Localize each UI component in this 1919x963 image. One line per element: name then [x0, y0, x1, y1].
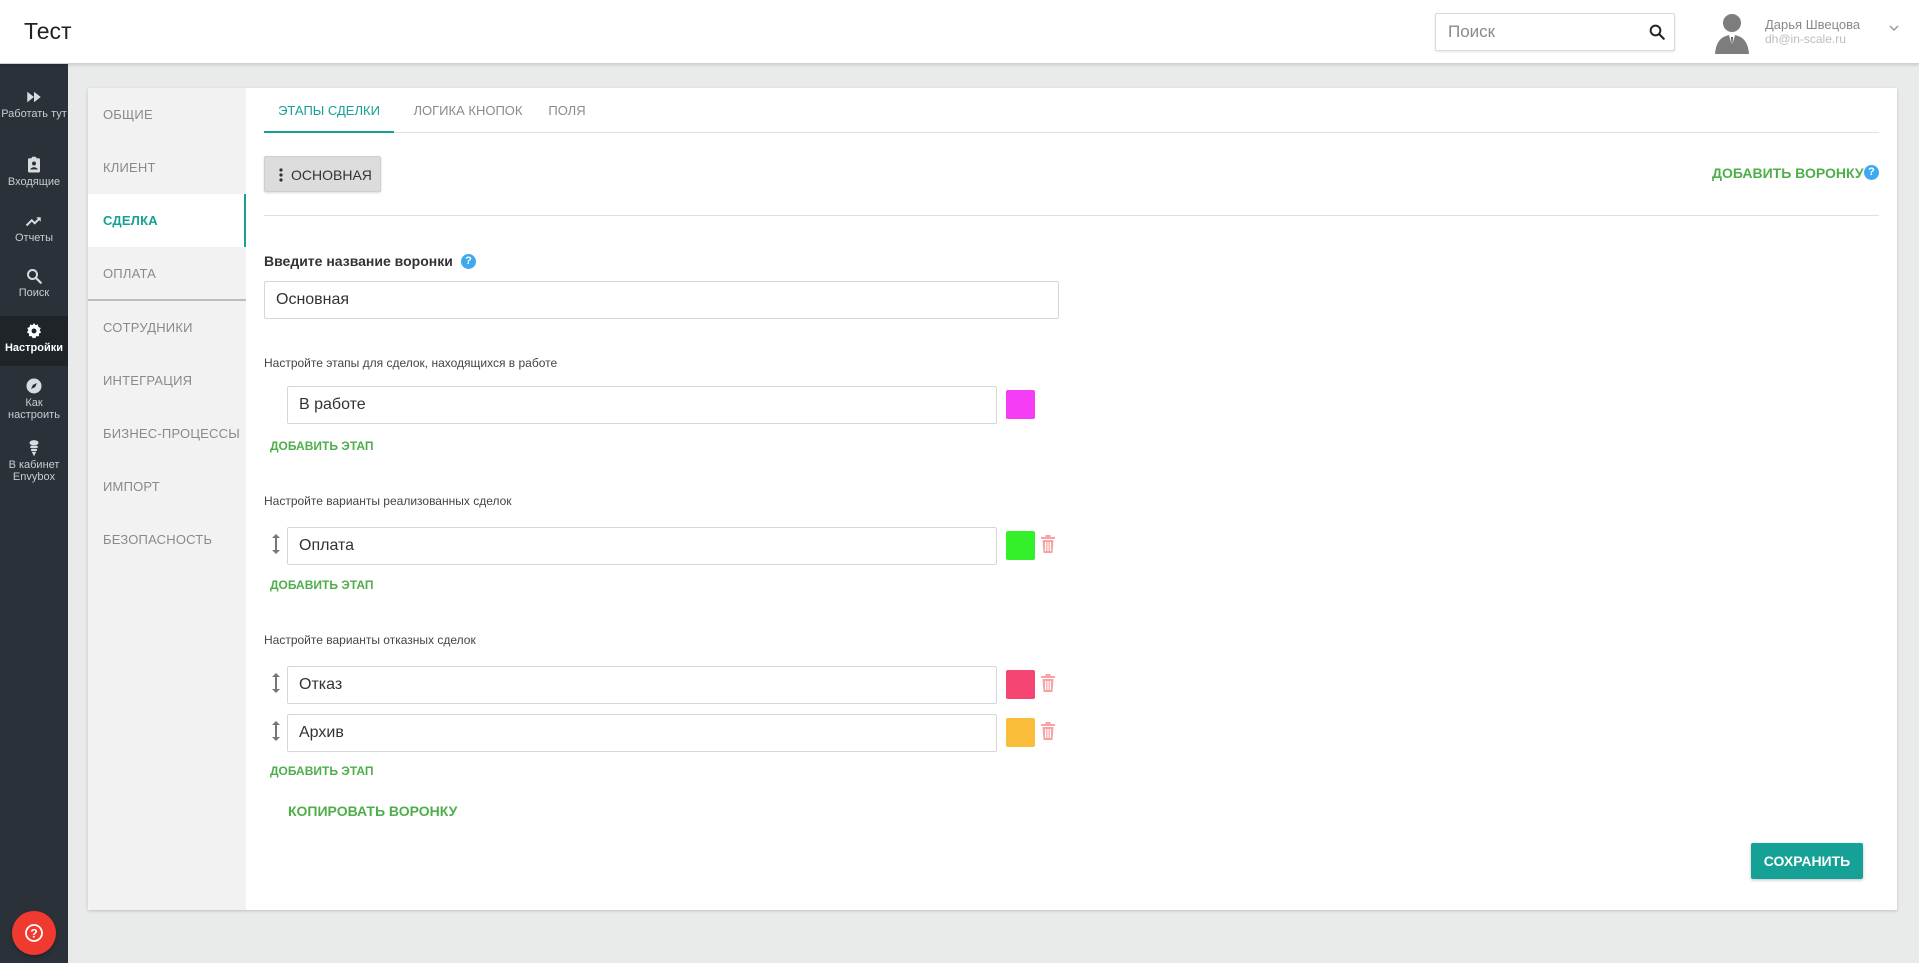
funnel-name-input[interactable] [264, 281, 1059, 319]
app-title: Тест [24, 18, 72, 44]
top-header: Тест Дарья Швецова dh@in-scale.ru [0, 0, 1919, 64]
nav-label: Отчеты [14, 232, 54, 244]
stage-color-swatch[interactable] [1006, 670, 1035, 699]
menu-item-general[interactable]: ОБЩИЕ [88, 88, 246, 141]
compass-icon [26, 378, 42, 394]
search-icon[interactable] [1648, 23, 1666, 41]
menu-item-security[interactable]: БЕЗОПАСНОСТЬ [88, 513, 246, 566]
main-nav: Работать тут Входящие Отчеты Поиск Настр… [0, 64, 68, 963]
nav-label: Поиск [18, 287, 50, 299]
help-button[interactable]: ? [12, 911, 56, 955]
fast-forward-icon [27, 91, 41, 103]
trash-icon[interactable] [1041, 722, 1055, 740]
user-name: Дарья Швецова [1765, 17, 1861, 32]
nav-label: Настройки [4, 342, 64, 354]
settings-menu: ОБЩИЕ КЛИЕНТ СДЕЛКА ОПЛАТА СОТРУДНИКИ ИН… [88, 88, 246, 910]
search-box [1435, 13, 1675, 51]
nav-item-work-here[interactable]: Работать тут [0, 88, 68, 143]
save-button[interactable]: СОХРАНИТЬ [1751, 843, 1863, 879]
stage-name-input[interactable] [287, 714, 997, 752]
add-stage-link[interactable]: ДОБАВИТЬ ЭТАП [270, 439, 374, 453]
funnel-chip-label: ОСНОВНАЯ [291, 167, 372, 183]
help-icon[interactable]: ? [461, 254, 476, 269]
trash-icon[interactable] [1041, 535, 1055, 553]
drag-handle-icon[interactable] [270, 720, 282, 742]
nav-label: В кабинет Envybox [8, 459, 60, 483]
menu-item-client[interactable]: КЛИЕНТ [88, 141, 246, 194]
tab-button-logic[interactable]: ЛОГИКА КНОПОК [410, 88, 526, 133]
chevron-down-icon[interactable] [1888, 22, 1900, 34]
trending-up-icon [25, 217, 41, 227]
avatar-icon [1715, 14, 1749, 54]
divider [264, 215, 1879, 216]
svg-text:?: ? [30, 927, 37, 941]
user-menu[interactable]: Дарья Швецова dh@in-scale.ru [1708, 12, 1908, 54]
page-scroll-edge [1900, 0, 1919, 963]
in-work-section-label: Настройте этапы для сделок, находящихся … [264, 356, 558, 370]
stage-name-input[interactable] [287, 527, 997, 565]
deal-settings-content: ЭТАПЫ СДЕЛКИ ЛОГИКА КНОПОК ПОЛЯ ОСНОВНАЯ… [264, 88, 1879, 910]
stage-color-swatch[interactable] [1006, 718, 1035, 747]
envybox-icon [29, 440, 39, 457]
nav-item-reports[interactable]: Отчеты [0, 212, 68, 267]
add-stage-link[interactable]: ДОБАВИТЬ ЭТАП [270, 578, 374, 592]
tab-bar: ЭТАПЫ СДЕЛКИ ЛОГИКА КНОПОК ПОЛЯ [264, 88, 1879, 133]
menu-item-import[interactable]: ИМПОРТ [88, 460, 246, 513]
more-vertical-icon [279, 168, 283, 182]
user-email: dh@in-scale.ru [1765, 32, 1846, 46]
nav-label: Входящие [7, 176, 61, 188]
question-icon: ? [25, 924, 43, 942]
menu-item-employees[interactable]: СОТРУДНИКИ [88, 301, 246, 354]
nav-item-search[interactable]: Поиск [0, 267, 68, 322]
nav-item-envybox[interactable]: В кабинет Envybox [0, 439, 68, 494]
success-section-label: Настройте варианты реализованных сделок [264, 494, 512, 508]
menu-item-payment[interactable]: ОПЛАТА [88, 247, 246, 300]
stage-name-input[interactable] [287, 666, 997, 704]
nav-label: Работать тут [1, 108, 67, 120]
nav-item-settings[interactable]: Настройки [0, 316, 68, 366]
funnel-name-label: Введите название воронки [264, 253, 453, 269]
help-icon[interactable]: ? [1864, 165, 1879, 180]
tab-fields[interactable]: ПОЛЯ [544, 88, 590, 133]
add-stage-link[interactable]: ДОБАВИТЬ ЭТАП [270, 764, 374, 778]
search-input[interactable] [1436, 14, 1636, 50]
stage-color-swatch[interactable] [1006, 390, 1035, 419]
add-funnel-link[interactable]: ДОБАВИТЬ ВОРОНКУ [1712, 165, 1864, 181]
copy-funnel-link[interactable]: КОПИРОВАТЬ ВОРОНКУ [288, 803, 457, 819]
gear-icon [26, 323, 42, 339]
failed-section-label: Настройте варианты отказных сделок [264, 633, 476, 647]
funnel-chip-main[interactable]: ОСНОВНАЯ [264, 156, 381, 192]
trash-icon[interactable] [1041, 674, 1055, 692]
nav-item-inbox[interactable]: Входящие [0, 156, 68, 211]
nav-item-how-to-setup[interactable]: Как настроить [0, 377, 68, 432]
stage-name-input[interactable] [287, 386, 997, 424]
drag-handle-icon[interactable] [270, 672, 282, 694]
menu-item-deal[interactable]: СДЕЛКА [88, 194, 246, 247]
inbox-icon [28, 156, 40, 173]
drag-handle-icon[interactable] [270, 533, 282, 555]
search-icon [27, 269, 42, 284]
nav-label: Как настроить [8, 397, 60, 421]
menu-item-integration[interactable]: ИНТЕГРАЦИЯ [88, 354, 246, 407]
menu-item-business-processes[interactable]: БИЗНЕС-ПРОЦЕССЫ [88, 407, 246, 460]
stage-color-swatch[interactable] [1006, 531, 1035, 560]
settings-card: ОБЩИЕ КЛИЕНТ СДЕЛКА ОПЛАТА СОТРУДНИКИ ИН… [88, 88, 1897, 910]
tab-deal-stages[interactable]: ЭТАПЫ СДЕЛКИ [264, 88, 394, 133]
